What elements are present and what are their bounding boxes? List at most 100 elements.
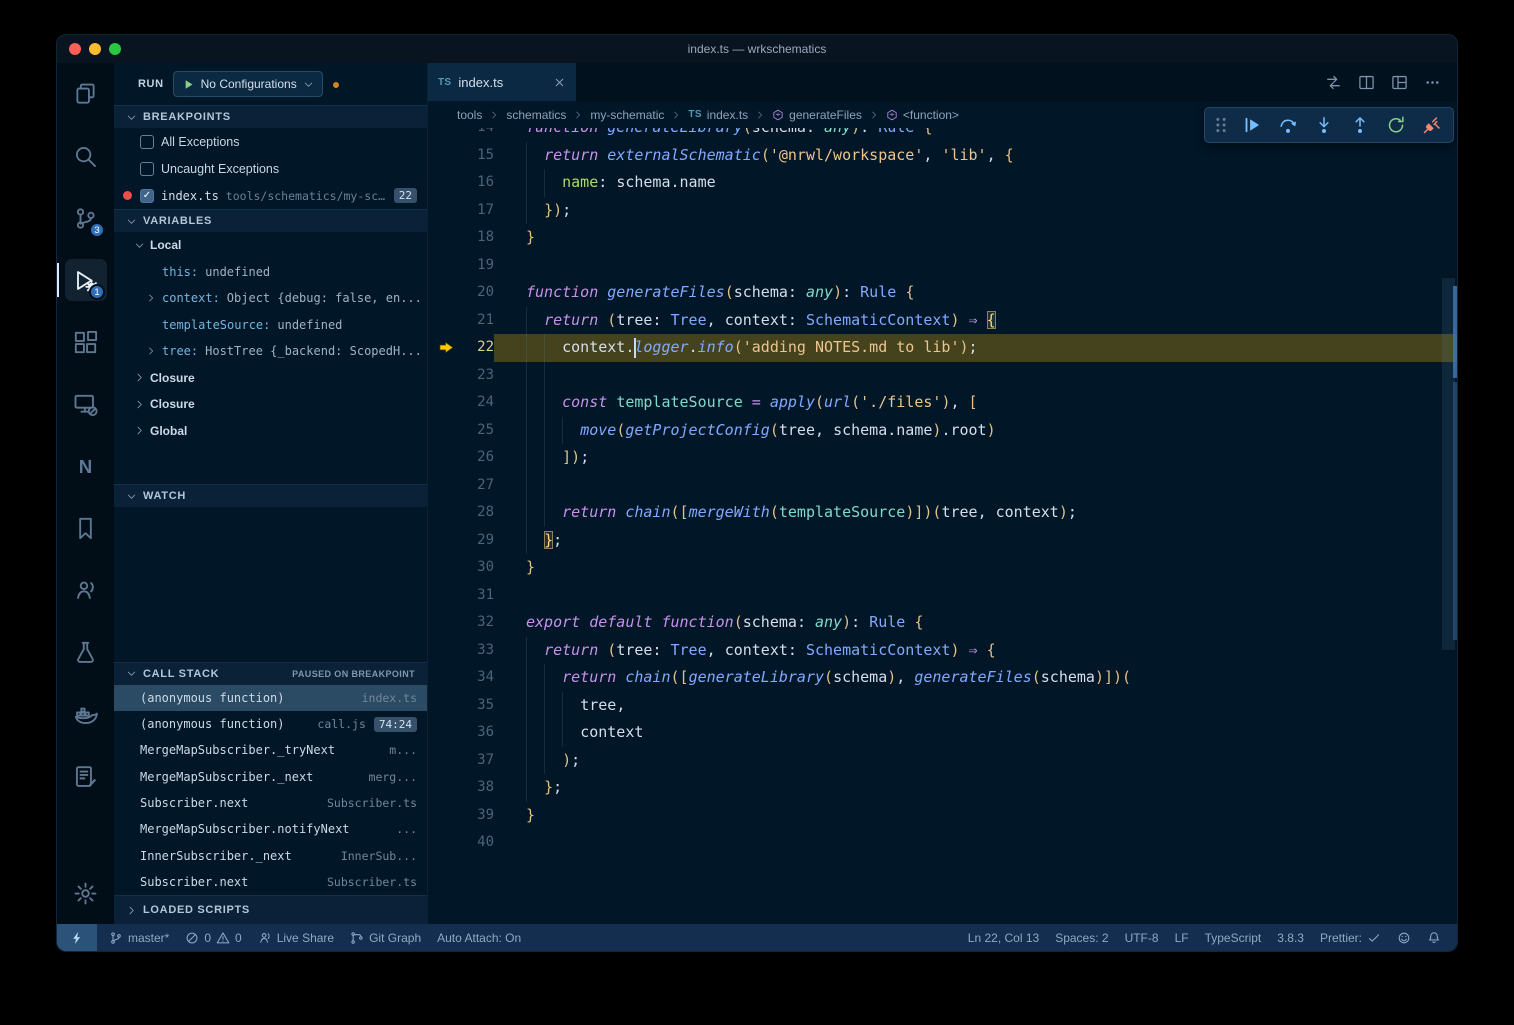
editor-layout-button[interactable]: [1391, 74, 1408, 91]
gutter-glyph[interactable]: [428, 142, 464, 170]
gutter-glyph[interactable]: [428, 637, 464, 665]
activity-source-control[interactable]: 3: [57, 187, 114, 249]
breakpoint-item[interactable]: Uncaught Exceptions: [114, 155, 427, 182]
restart-button[interactable]: [1379, 110, 1412, 140]
call-stack-frame[interactable]: InnerSubscriber._nextInnerSub...: [114, 842, 427, 868]
status-git-graph[interactable]: Git Graph: [342, 924, 429, 951]
call-stack-frame[interactable]: MergeMapSubscriber._nextmerg...: [114, 764, 427, 790]
call-stack-frame[interactable]: Subscriber.nextSubscriber.ts: [114, 790, 427, 816]
gutter-glyph[interactable]: [428, 444, 464, 472]
status-git-branch[interactable]: master*: [101, 924, 177, 951]
breakpoint-item[interactable]: ✓index.tstools/schematics/my-sch...22: [114, 182, 427, 209]
breadcrumb-schematics[interactable]: schematics: [506, 108, 566, 122]
variable-item[interactable]: templateSource:undefined: [114, 312, 427, 339]
variables-scope-closure-1[interactable]: Closure: [114, 365, 427, 392]
gutter-glyph[interactable]: [428, 774, 464, 802]
call-stack-frame[interactable]: (anonymous function)index.ts: [114, 685, 427, 711]
activity-docker[interactable]: [57, 683, 114, 745]
breakpoint-checkbox[interactable]: ✓: [140, 189, 154, 203]
tab-index-ts[interactable]: TS index.ts: [428, 63, 576, 101]
gutter-glyph[interactable]: [428, 169, 464, 197]
gutter-glyph[interactable]: [428, 554, 464, 582]
gutter-glyph[interactable]: [428, 362, 464, 390]
breadcrumb-my-schematic[interactable]: my-schematic: [590, 108, 664, 122]
status-encoding[interactable]: UTF-8: [1117, 924, 1167, 951]
call-stack-frame[interactable]: MergeMapSubscriber.notifyNext...: [114, 816, 427, 842]
step-out-button[interactable]: [1343, 110, 1376, 140]
status-notifications[interactable]: [1419, 924, 1449, 951]
activity-live-share[interactable]: [57, 559, 114, 621]
variable-item[interactable]: this:undefined: [114, 259, 427, 286]
code-editor[interactable]: 14function generateLibrary(schema: any):…: [428, 128, 1457, 924]
activity-nx-console[interactable]: N: [57, 435, 114, 497]
status-ts-version[interactable]: 3.8.3: [1269, 924, 1312, 951]
activity-search[interactable]: [57, 125, 114, 187]
activity-test-explorer[interactable]: [57, 621, 114, 683]
loaded-scripts-section-header[interactable]: LOADED SCRIPTS: [114, 895, 427, 924]
status-indentation[interactable]: Spaces: 2: [1047, 924, 1116, 951]
zoom-window-button[interactable]: [109, 43, 121, 55]
step-over-button[interactable]: [1271, 110, 1304, 140]
minimize-window-button[interactable]: [89, 43, 101, 55]
status-problems[interactable]: 00: [177, 924, 249, 951]
gutter-glyph[interactable]: [428, 527, 464, 555]
watch-section-header[interactable]: WATCH: [114, 484, 427, 507]
split-editor-button[interactable]: [1358, 74, 1375, 91]
gutter-glyph[interactable]: [428, 609, 464, 637]
call-stack-frame[interactable]: (anonymous function)call.js74:24: [114, 711, 427, 737]
variables-scope-local-0[interactable]: Local: [114, 232, 427, 259]
activity-bookmarks[interactable]: [57, 497, 114, 559]
continue-button[interactable]: [1235, 110, 1268, 140]
breadcrumb-generatefiles[interactable]: generateFiles: [772, 108, 862, 122]
activity-settings[interactable]: [57, 862, 114, 924]
gutter-glyph[interactable]: [428, 582, 464, 610]
activity-extensions[interactable]: [57, 311, 114, 373]
variables-scope-global-3[interactable]: Global: [114, 418, 427, 445]
gutter-glyph[interactable]: [428, 747, 464, 775]
activity-remote-explorer[interactable]: [57, 373, 114, 435]
breadcrumb-function[interactable]: <function>: [886, 108, 959, 122]
close-window-button[interactable]: [69, 43, 81, 55]
activity-notebook[interactable]: [57, 745, 114, 807]
variable-item[interactable]: tree:HostTree {_backend: ScopedH...: [114, 338, 427, 365]
activity-run-and-debug[interactable]: 1: [57, 249, 114, 311]
variables-scope-closure-2[interactable]: Closure: [114, 391, 427, 418]
gutter-glyph[interactable]: [428, 279, 464, 307]
breadcrumb-tools[interactable]: tools: [457, 108, 482, 122]
gutter-glyph[interactable]: [428, 334, 464, 362]
close-tab-icon[interactable]: [553, 76, 566, 89]
status-live-share[interactable]: Live Share: [250, 924, 342, 951]
call-stack-section-header[interactable]: CALL STACK PAUSED ON BREAKPOINT: [114, 662, 427, 685]
gutter-glyph[interactable]: [428, 472, 464, 500]
breakpoint-checkbox[interactable]: [140, 135, 154, 149]
status-remote[interactable]: [57, 924, 97, 951]
variables-section-header[interactable]: VARIABLES: [114, 209, 427, 232]
gutter-glyph[interactable]: [428, 197, 464, 225]
call-stack-frame[interactable]: MergeMapSubscriber._tryNextm...: [114, 737, 427, 763]
breadcrumb-index-ts[interactable]: TSindex.ts: [688, 108, 748, 122]
gutter-glyph[interactable]: [428, 224, 464, 252]
gutter-glyph[interactable]: [428, 664, 464, 692]
gutter-glyph[interactable]: [428, 692, 464, 720]
gutter-glyph[interactable]: [428, 829, 464, 857]
status-cursor-position[interactable]: Ln 22, Col 13: [960, 924, 1047, 951]
gutter-glyph[interactable]: [428, 252, 464, 280]
status-language-mode[interactable]: TypeScript: [1197, 924, 1270, 951]
breakpoint-item[interactable]: All Exceptions: [114, 128, 427, 155]
disconnect-button[interactable]: [1415, 110, 1448, 140]
more-actions-button[interactable]: [1424, 74, 1441, 91]
status-eol[interactable]: LF: [1167, 924, 1197, 951]
breakpoint-checkbox[interactable]: [140, 162, 154, 176]
status-feedback[interactable]: [1389, 924, 1419, 951]
gutter-glyph[interactable]: [428, 802, 464, 830]
open-changes-button[interactable]: [1325, 74, 1342, 91]
gutter-glyph[interactable]: [428, 417, 464, 445]
step-into-button[interactable]: [1307, 110, 1340, 140]
status-prettier[interactable]: Prettier:: [1312, 924, 1389, 951]
activity-explorer[interactable]: [57, 63, 114, 125]
gutter-glyph[interactable]: [428, 389, 464, 417]
call-stack-frame[interactable]: Subscriber.nextSubscriber.ts: [114, 869, 427, 895]
variable-item[interactable]: context:Object {debug: false, en...: [114, 285, 427, 312]
gutter-glyph[interactable]: [428, 499, 464, 527]
gutter-glyph[interactable]: [428, 719, 464, 747]
